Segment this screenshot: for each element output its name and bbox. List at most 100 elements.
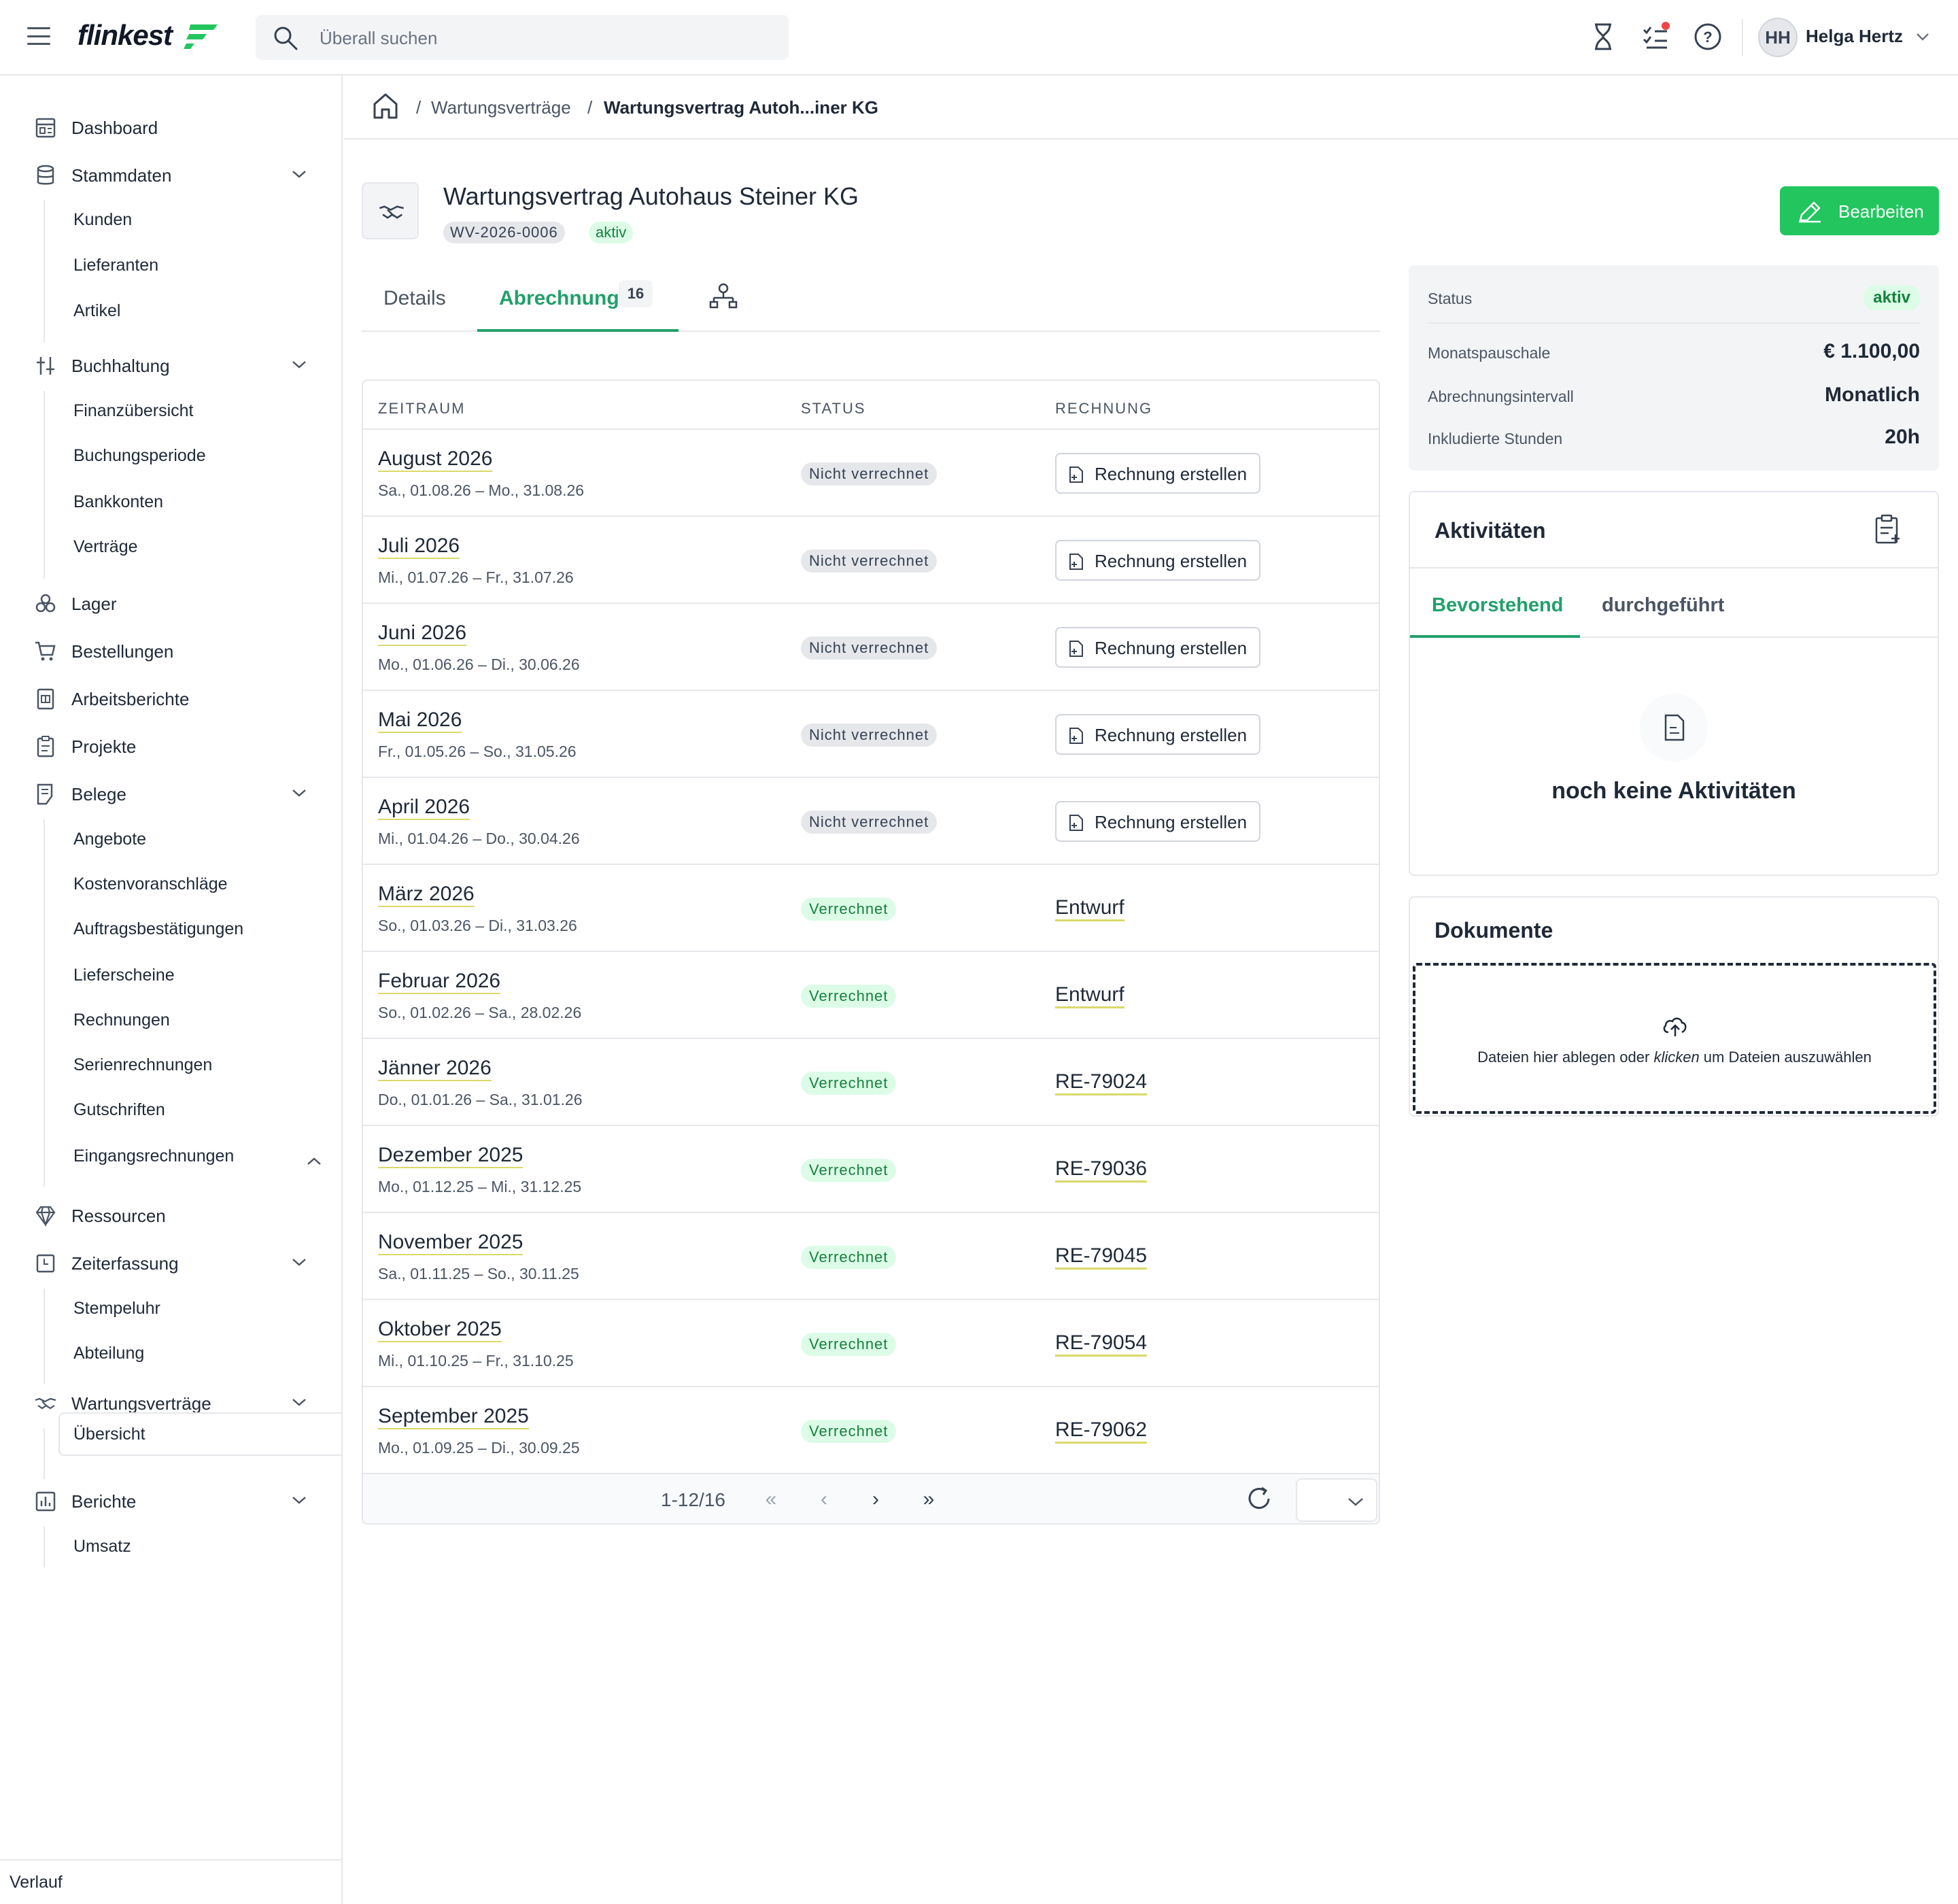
- table-row[interactable]: Dezember 2025 Mo., 01.12.25 – Mi., 31.12…: [363, 1125, 1379, 1212]
- help-icon[interactable]: ?: [1693, 22, 1723, 52]
- table-row[interactable]: Juni 2026 Mo., 01.06.26 – Di., 30.06.26 …: [363, 602, 1379, 690]
- row-period[interactable]: März 2026: [378, 883, 475, 907]
- table-row[interactable]: März 2026 So., 01.03.26 – Di., 31.03.26 …: [363, 864, 1379, 951]
- table-row[interactable]: Jänner 2026 Do., 01.01.26 – Sa., 31.01.2…: [363, 1038, 1379, 1125]
- table-row[interactable]: Februar 2026 So., 01.02.26 – Sa., 28.02.…: [363, 951, 1379, 1038]
- app-logo[interactable]: flinkest: [78, 19, 173, 52]
- sidebar-item-finanzuebersicht[interactable]: Finanzübersicht: [73, 401, 193, 421]
- sidebar-item-eingangsrechnungen[interactable]: Eingangsrechnungen: [73, 1146, 234, 1166]
- sidebar-item-stammdaten[interactable]: Stammdaten: [0, 153, 341, 194]
- row-period[interactable]: Jänner 2026: [378, 1057, 492, 1081]
- create-invoice-button[interactable]: Rechnung erstellen: [1055, 453, 1260, 494]
- last-page-button[interactable]: »: [918, 1489, 940, 1511]
- sidebar-item-bankkonten[interactable]: Bankkonten: [73, 492, 163, 512]
- chevron-down-icon[interactable]: [291, 1494, 307, 1506]
- tasks-icon[interactable]: [1641, 22, 1671, 52]
- create-invoice-button[interactable]: Rechnung erstellen: [1055, 801, 1260, 842]
- menu-icon[interactable]: [27, 27, 50, 45]
- sidebar-item-kunden[interactable]: Kunden: [73, 210, 132, 230]
- home-icon[interactable]: [371, 92, 400, 120]
- tab-details[interactable]: Details: [383, 287, 446, 310]
- invoice-link[interactable]: RE-79054: [1055, 1331, 1148, 1357]
- chevron-up-icon[interactable]: [306, 1155, 322, 1168]
- invoice-link[interactable]: Entwurf: [1055, 983, 1124, 1008]
- add-activity-icon[interactable]: [1872, 514, 1902, 547]
- sidebar-item-serienrechnungen[interactable]: Serienrechnungen: [73, 1055, 212, 1075]
- invoice-link[interactable]: Entwurf: [1055, 896, 1124, 921]
- sidebar-item-bestellungen[interactable]: Bestellungen: [0, 629, 341, 670]
- chevron-down-icon[interactable]: [291, 1256, 307, 1268]
- table-row[interactable]: Oktober 2025 Mi., 01.10.25 – Fr., 31.10.…: [363, 1299, 1379, 1386]
- invoice-link[interactable]: RE-79024: [1055, 1070, 1148, 1095]
- history-footer[interactable]: Verlauf: [0, 1859, 341, 1904]
- row-period[interactable]: Juli 2026: [378, 534, 460, 559]
- table-row[interactable]: April 2026 Mi., 01.04.26 – Do., 30.04.26…: [363, 777, 1379, 864]
- chevron-down-icon[interactable]: [1914, 30, 1931, 44]
- breadcrumb-wartungsvertraege[interactable]: Wartungsverträge: [431, 97, 571, 118]
- sidebar-item-buchungsperiode[interactable]: Buchungsperiode: [73, 446, 206, 466]
- first-page-button[interactable]: «: [760, 1489, 782, 1511]
- row-period[interactable]: Oktober 2025: [378, 1318, 502, 1342]
- sidebar-item-vertraege[interactable]: Verträge: [73, 537, 138, 557]
- chevron-down-icon[interactable]: [291, 358, 307, 371]
- row-period[interactable]: Juni 2026: [378, 622, 467, 646]
- table-row[interactable]: August 2026 Sa., 01.08.26 – Mo., 31.08.2…: [363, 428, 1379, 515]
- search-input[interactable]: Überall suchen: [256, 15, 789, 60]
- column-header-status[interactable]: STATUS: [801, 400, 866, 418]
- tab-abrechnung[interactable]: Abrechnung: [499, 287, 619, 310]
- sidebar-item-lager[interactable]: Lager: [0, 581, 341, 622]
- sidebar-item-stempeluhr[interactable]: Stempeluhr: [73, 1299, 160, 1319]
- sidebar-item-auftragsbestaetigungen[interactable]: Auftragsbestätigungen: [73, 919, 243, 939]
- table-row[interactable]: November 2025 Sa., 01.11.25 – So., 30.11…: [363, 1212, 1379, 1299]
- hourglass-icon[interactable]: [1588, 22, 1618, 52]
- sidebar-item-berichte[interactable]: Berichte: [0, 1479, 341, 1520]
- tab-done[interactable]: durchgeführt: [1602, 594, 1724, 617]
- table-row[interactable]: September 2025 Mo., 01.09.25 – Di., 30.0…: [363, 1386, 1379, 1473]
- sidebar-item-lieferscheine[interactable]: Lieferscheine: [73, 966, 175, 985]
- sidebar-item-angebote[interactable]: Angebote: [73, 830, 146, 849]
- sidebar-item-umsatz[interactable]: Umsatz: [73, 1537, 131, 1557]
- avatar[interactable]: HH: [1758, 18, 1798, 57]
- invoice-link[interactable]: RE-79045: [1055, 1244, 1148, 1270]
- row-period[interactable]: Mai 2026: [378, 709, 462, 733]
- chevron-down-icon[interactable]: [291, 168, 307, 180]
- page-size-select[interactable]: [1296, 1478, 1377, 1522]
- sidebar-item-belege[interactable]: Belege: [0, 772, 341, 813]
- sidebar-item-arbeitsberichte[interactable]: Arbeitsberichte: [0, 677, 341, 717]
- user-name[interactable]: Helga Hertz: [1806, 26, 1903, 47]
- row-period[interactable]: November 2025: [378, 1231, 523, 1255]
- sidebar-item-gutschriften[interactable]: Gutschriften: [73, 1100, 165, 1120]
- prev-page-button[interactable]: ‹: [813, 1489, 835, 1511]
- create-invoice-button[interactable]: Rechnung erstellen: [1055, 540, 1260, 581]
- row-period[interactable]: Dezember 2025: [378, 1144, 523, 1168]
- sidebar-item-dashboard[interactable]: Dashboard: [0, 105, 341, 146]
- chevron-down-icon[interactable]: [291, 1396, 307, 1408]
- sidebar-item-abteilung[interactable]: Abteilung: [73, 1344, 144, 1363]
- create-invoice-button[interactable]: Rechnung erstellen: [1055, 714, 1260, 755]
- org-chart-icon[interactable]: [708, 282, 738, 311]
- tab-upcoming[interactable]: Bevorstehend: [1432, 594, 1563, 617]
- sidebar-item-artikel[interactable]: Artikel: [73, 301, 120, 321]
- row-period[interactable]: April 2026: [378, 796, 470, 820]
- table-row[interactable]: Mai 2026 Fr., 01.05.26 – So., 31.05.26 N…: [363, 690, 1379, 777]
- row-period[interactable]: September 2025: [378, 1405, 529, 1429]
- sidebar-item-projekte[interactable]: Projekte: [0, 724, 341, 765]
- sidebar-item-lieferanten[interactable]: Lieferanten: [73, 256, 158, 275]
- edit-button[interactable]: Bearbeiten: [1780, 186, 1939, 235]
- sidebar-item-uebersicht[interactable]: Übersicht: [58, 1412, 341, 1456]
- table-row[interactable]: Juli 2026 Mi., 01.07.26 – Fr., 31.07.26 …: [363, 515, 1379, 602]
- sidebar-item-ressourcen[interactable]: Ressourcen: [0, 1193, 341, 1234]
- next-page-button[interactable]: ›: [865, 1489, 887, 1511]
- invoice-link[interactable]: RE-79062: [1055, 1418, 1148, 1444]
- chevron-down-icon[interactable]: [291, 787, 307, 799]
- sidebar-item-kostenvoranschlaege[interactable]: Kostenvoranschläge: [73, 874, 228, 894]
- sidebar-item-rechnungen[interactable]: Rechnungen: [73, 1010, 170, 1030]
- refresh-icon[interactable]: [1244, 1484, 1274, 1514]
- create-invoice-button[interactable]: Rechnung erstellen: [1055, 627, 1260, 668]
- sidebar-item-zeiterfassung[interactable]: Zeiterfassung: [0, 1241, 341, 1282]
- column-header-invoice[interactable]: RECHNUNG: [1055, 400, 1152, 418]
- row-period[interactable]: August 2026: [378, 447, 493, 472]
- row-period[interactable]: Februar 2026: [378, 970, 501, 994]
- invoice-link[interactable]: RE-79036: [1055, 1157, 1148, 1183]
- sidebar-item-buchhaltung[interactable]: Buchhaltung: [0, 343, 341, 384]
